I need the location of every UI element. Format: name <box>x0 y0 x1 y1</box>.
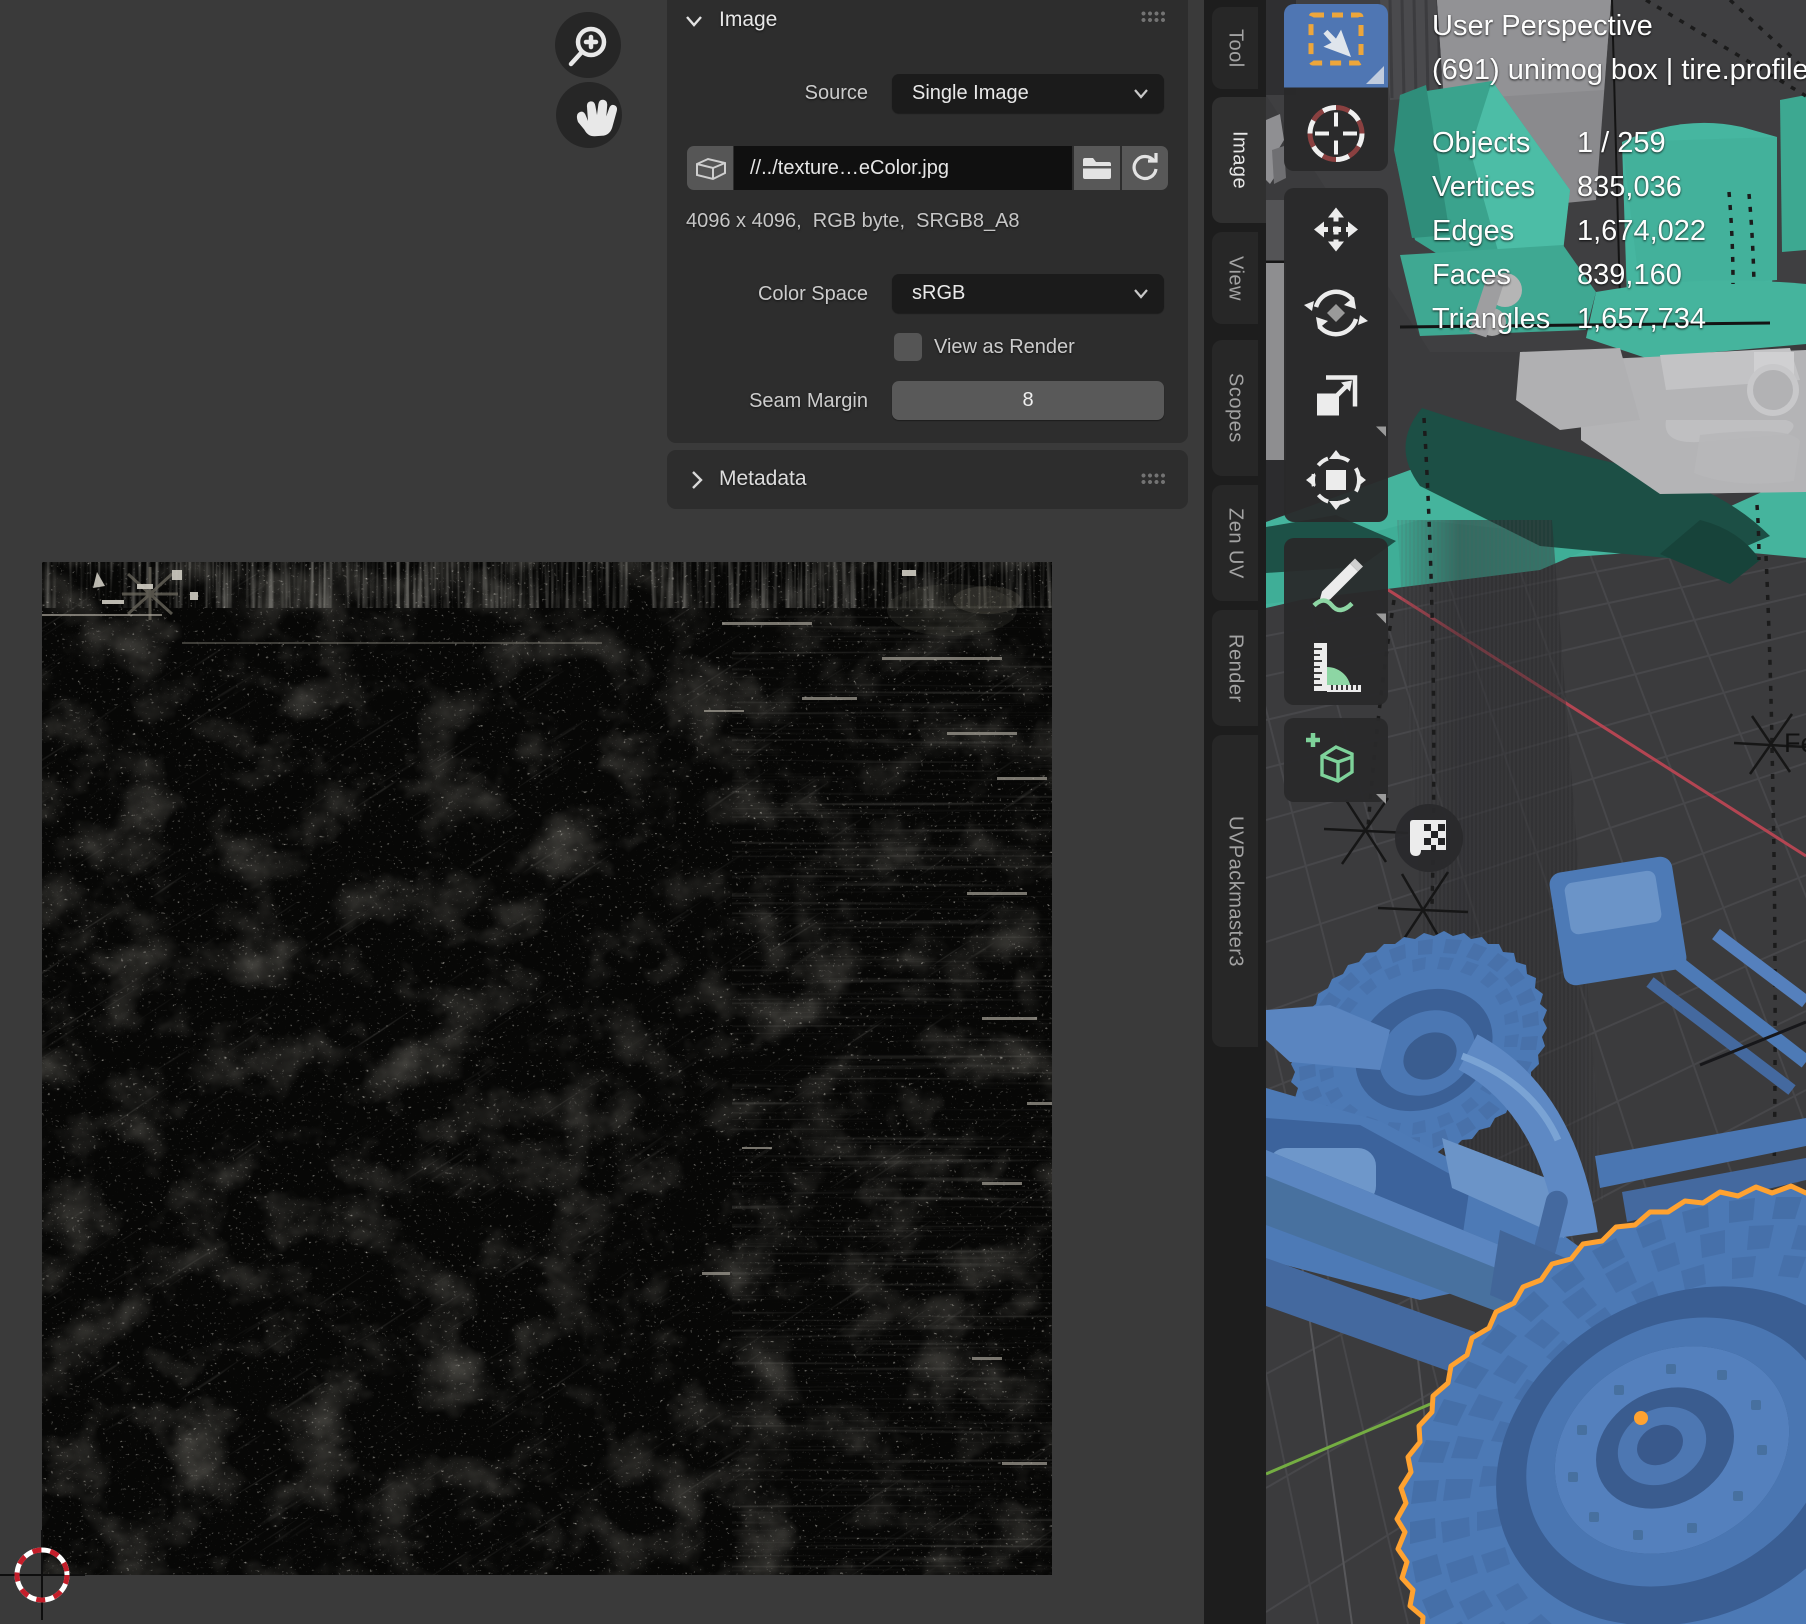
svg-text:Fe: Fe <box>1784 728 1806 758</box>
